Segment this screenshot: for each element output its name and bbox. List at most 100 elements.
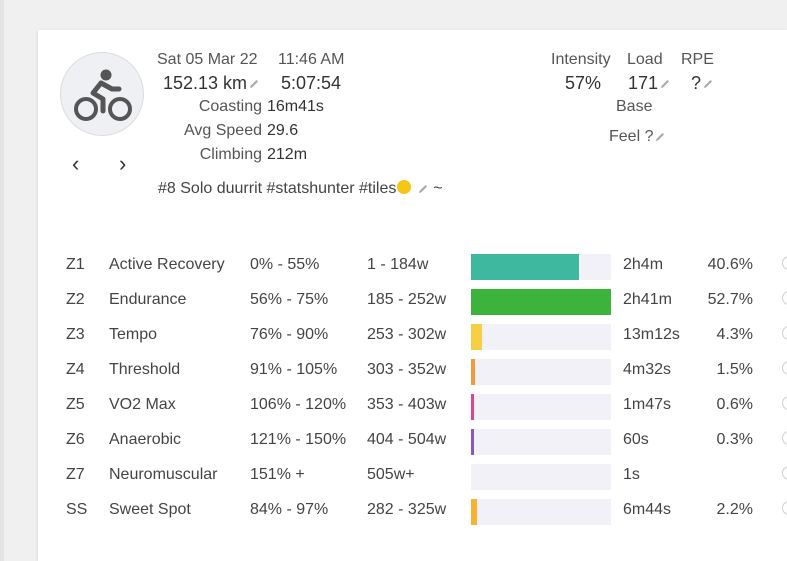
zone-watt-range: 404 - 504w: [367, 431, 447, 448]
edit-load-pencil-icon[interactable]: [659, 78, 671, 90]
zone-bar-track: [471, 394, 611, 420]
tags-suffix: ~: [433, 180, 443, 197]
climbing-value: 212m: [267, 146, 308, 163]
zone-edge-circle-icon[interactable]: [782, 256, 787, 270]
zone-time: 2h4m: [623, 256, 664, 273]
zone-watt-range: 353 - 403w: [367, 396, 447, 413]
edit-tags-pencil-icon[interactable]: [417, 183, 429, 195]
zone-id: Z6: [66, 431, 85, 448]
rpe-value-group: ?: [691, 73, 714, 94]
zone-share: 4.3%: [716, 326, 753, 343]
zone-row: Z2 Endurance 56% - 75% 185 - 252w 2h41m 52.7%: [38, 289, 787, 326]
zone-name: Anaerobic: [109, 431, 182, 448]
zone-row: SS Sweet Spot 84% - 97% 282 - 325w 6m44s 2.2%: [38, 499, 787, 536]
rpe-label: RPE: [681, 51, 714, 68]
zone-name: Tempo: [109, 326, 158, 343]
activity-type-avatar[interactable]: [60, 52, 144, 136]
load-label: Load: [627, 51, 663, 68]
zone-bar-fill: [471, 289, 611, 315]
zone-row: Z1 Active Recovery 0% - 55% 1 - 184w 2h4m 40.…: [38, 254, 787, 291]
coasting-value: 16m41s: [267, 98, 324, 115]
zone-name: Neuromuscular: [109, 466, 218, 483]
zone-row: Z5 VO2 Max 106% - 120% 353 - 403w 1m47s 0.6%: [38, 394, 787, 431]
zone-percent-range: 84% - 97%: [250, 501, 329, 518]
tags-text: #8 Solo duurrit #statshunter #tiles: [158, 180, 397, 197]
zone-share: 2.2%: [716, 501, 753, 518]
zone-bar-fill: [471, 394, 474, 420]
zone-percent-range: 106% - 120%: [250, 396, 347, 413]
zone-name: Endurance: [109, 291, 187, 308]
distance-value: 152.13 km: [163, 73, 248, 93]
activity-date: Sat 05 Mar 22: [157, 51, 258, 68]
zone-watt-range: 185 - 252w: [367, 291, 447, 308]
zone-bar-fill: [471, 499, 477, 525]
zone-percent-range: 56% - 75%: [250, 291, 329, 308]
zone-share: 0.6%: [716, 396, 753, 413]
edit-feel-pencil-icon[interactable]: [654, 131, 666, 143]
zone-row: Z7 Neuromuscular 151% + 505w+ 1s: [38, 464, 787, 501]
sun-emoji-icon: [397, 180, 412, 194]
zone-edge-circle-icon[interactable]: [782, 361, 787, 375]
left-divider: [0, 0, 4, 561]
zone-share: 40.6%: [707, 256, 753, 273]
zone-edge-circle-icon[interactable]: [782, 326, 787, 340]
zone-bar-track: [471, 359, 611, 385]
zone-name: Active Recovery: [109, 256, 225, 273]
zone-bar-track: [471, 324, 611, 350]
zone-bar-track: [471, 289, 611, 315]
zone-id: Z5: [66, 396, 85, 413]
load-value-group: 171: [628, 73, 671, 94]
zone-percent-range: 151% +: [250, 466, 305, 483]
zone-row: Z6 Anaerobic 121% - 150% 404 - 504w 60s 0.3%: [38, 429, 787, 466]
zone-edge-circle-icon[interactable]: [782, 431, 787, 445]
zone-watt-range: 303 - 352w: [367, 361, 447, 378]
rpe-value: ?: [691, 73, 702, 93]
edit-distance-pencil-icon[interactable]: [248, 78, 260, 90]
zone-name: VO2 Max: [109, 396, 176, 413]
zone-time: 4m32s: [623, 361, 672, 378]
zone-watt-range: 282 - 325w: [367, 501, 447, 518]
zone-id: Z3: [66, 326, 85, 343]
zone-bar-track: [471, 499, 611, 525]
activity-time: 11:46 AM: [278, 51, 345, 68]
zone-id: Z7: [66, 466, 85, 483]
zone-id: SS: [66, 501, 88, 518]
zone-time: 1m47s: [623, 396, 672, 413]
zone-name: Threshold: [109, 361, 181, 378]
zone-share: 52.7%: [707, 291, 753, 308]
zone-watt-range: 1 - 184w: [367, 256, 429, 273]
zone-percent-range: 121% - 150%: [250, 431, 347, 448]
zone-id: Z4: [66, 361, 85, 378]
zone-bar-track: [471, 254, 611, 280]
climbing-label: Climbing: [199, 146, 262, 163]
activity-duration: 5:07:54: [281, 73, 342, 93]
avg-speed-value: 29.6: [267, 122, 299, 139]
zone-time: 2h41m: [623, 291, 672, 308]
zone-share: 0.3%: [716, 431, 753, 448]
zone-edge-circle-icon[interactable]: [782, 466, 787, 480]
next-activity-button[interactable]: ›: [119, 153, 126, 175]
activity-distance: 152.13 km: [163, 73, 260, 94]
previous-activity-button[interactable]: ‹: [72, 153, 79, 175]
zone-id: Z1: [66, 256, 85, 273]
zone-edge-circle-icon[interactable]: [782, 501, 787, 515]
zone-percent-range: 91% - 105%: [250, 361, 338, 378]
feel-group: Feel ?: [609, 128, 666, 146]
zone-watt-range: 505w+: [367, 466, 415, 483]
zone-edge-circle-icon[interactable]: [782, 396, 787, 410]
load-value: 171: [628, 73, 659, 93]
activity-card: ‹ › Sat 05 Mar 22 11:46 AM 152.13 km 5:0…: [38, 30, 787, 561]
avg-speed-label: Avg Speed: [184, 122, 262, 139]
edit-rpe-pencil-icon[interactable]: [702, 78, 714, 90]
zone-bar-track: [471, 429, 611, 455]
zone-bar-fill: [471, 429, 474, 455]
zone-percent-range: 0% - 55%: [250, 256, 320, 273]
zone-edge-circle-icon[interactable]: [782, 291, 787, 305]
activity-tags: #8 Solo duurrit #statshunter #tiles ~: [158, 180, 443, 198]
zone-share: 1.5%: [716, 361, 753, 378]
zone-row: Z3 Tempo 76% - 90% 253 - 302w 13m12s 4.3%: [38, 324, 787, 361]
coasting-label: Coasting: [198, 98, 262, 115]
zone-name: Sweet Spot: [109, 501, 191, 518]
zone-id: Z2: [66, 291, 85, 308]
zone-bar-fill: [471, 359, 475, 385]
